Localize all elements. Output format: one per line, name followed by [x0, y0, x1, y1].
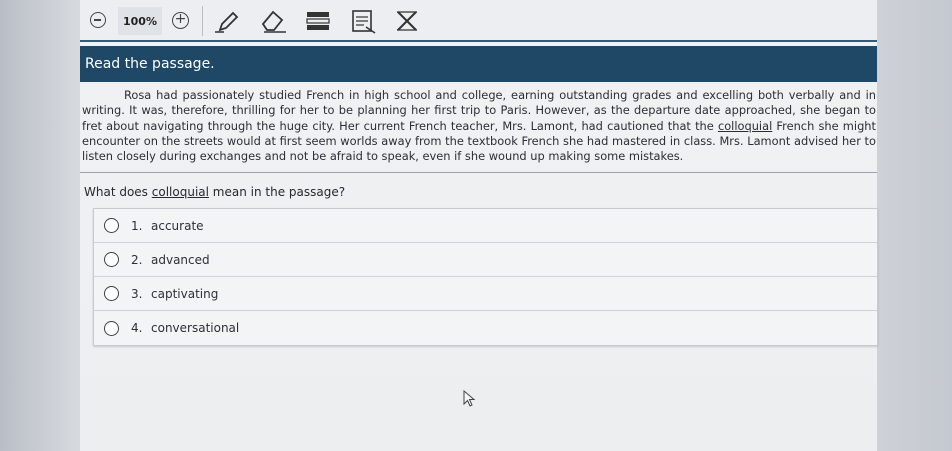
- passage-instruction-bar: Read the passage.: [80, 46, 877, 82]
- choice-text: captivating: [151, 286, 219, 301]
- reading-passage: Rosa had passionately studied French in …: [82, 88, 876, 164]
- answer-choices: 1. accurate 2. advanced 3. captivating 4…: [93, 208, 878, 346]
- zoom-out-icon[interactable]: [90, 12, 106, 28]
- toolbar: [80, 0, 877, 42]
- choice-text: accurate: [151, 218, 204, 233]
- toolbar-divider: [202, 6, 203, 36]
- pencil-icon[interactable]: [212, 8, 242, 34]
- choice-text: advanced: [151, 252, 210, 267]
- instruction-text: Read the passage.: [85, 56, 215, 72]
- eraser-icon[interactable]: [258, 8, 288, 34]
- choice-text: conversational: [151, 321, 240, 335]
- eliminate-choice-icon[interactable]: [393, 8, 423, 34]
- zoom-level: 100%: [118, 7, 162, 35]
- choice-number: 1.: [131, 218, 143, 233]
- answer-choice-1[interactable]: 1. accurate: [94, 209, 877, 243]
- choice-number: 4.: [131, 321, 143, 335]
- passage-divider: [80, 172, 877, 173]
- question-prefix: What does: [84, 185, 152, 199]
- answer-choice-4[interactable]: 4. conversational: [94, 311, 877, 345]
- passage-underlined-word: colloquial: [717, 118, 773, 133]
- question-suffix: mean in the passage?: [208, 185, 346, 199]
- choice-number: 3.: [131, 286, 143, 301]
- question-text: What does colloquial mean in the passage…: [84, 185, 345, 199]
- radio-button[interactable]: [104, 252, 119, 267]
- choice-number: 2.: [131, 252, 143, 267]
- zoom-in-icon[interactable]: +: [172, 12, 189, 29]
- answer-choice-3[interactable]: 3. captivating: [94, 277, 877, 311]
- radio-button[interactable]: [104, 320, 119, 336]
- answer-masking-icon[interactable]: [303, 8, 333, 34]
- radio-button[interactable]: [104, 218, 119, 233]
- line-reader-icon[interactable]: [348, 8, 378, 34]
- answer-choice-2[interactable]: 2. advanced: [94, 243, 877, 277]
- question-underlined-word: colloquial: [151, 185, 209, 199]
- radio-button[interactable]: [104, 286, 119, 301]
- mouse-cursor-icon: [463, 389, 477, 408]
